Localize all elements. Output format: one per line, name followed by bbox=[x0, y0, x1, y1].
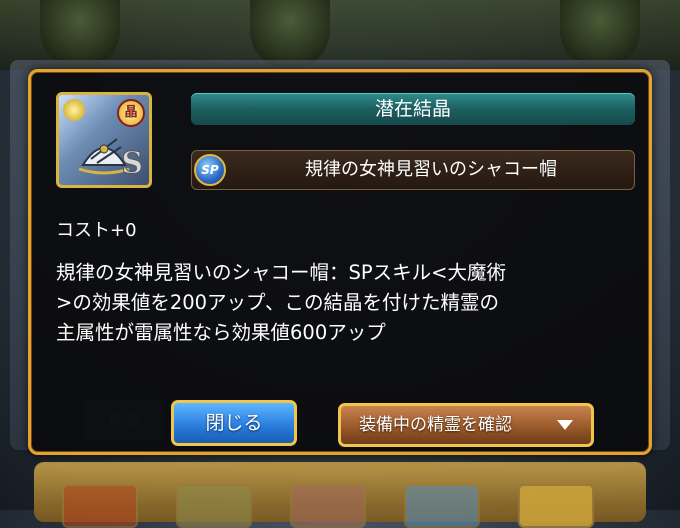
background-card bbox=[62, 484, 138, 528]
background-card bbox=[518, 484, 594, 528]
rank-label: S bbox=[121, 146, 144, 182]
sp-skill-icon: SP bbox=[194, 154, 226, 186]
check-equipped-spirit-button[interactable]: 装備中の精霊を確認 bbox=[338, 403, 594, 447]
crystal-detail-dialog: 晶 S 潜在結晶 SP 規律の女神見習いのシャコー帽 コスト+0 規律の女神見習… bbox=[28, 69, 652, 455]
description-line: >の効果値を200アップ、この結晶を付けた精霊の bbox=[56, 291, 499, 314]
item-name-bar: SP 規律の女神見習いのシャコー帽 bbox=[191, 150, 635, 190]
background-card bbox=[404, 484, 480, 528]
check-equipped-spirit-label: 装備中の精霊を確認 bbox=[359, 415, 512, 435]
description-line: 規律の女神見習いのシャコー帽：SPスキル<大魔術 bbox=[56, 261, 506, 284]
crest-icon: 晶 bbox=[117, 99, 145, 127]
item-name: 規律の女神見習いのシャコー帽 bbox=[305, 159, 557, 180]
triangle-down-icon bbox=[557, 420, 573, 430]
background-card bbox=[290, 484, 366, 528]
description-line: 主属性が雷属性なら効果値600アップ bbox=[56, 321, 386, 344]
crystal-item-icon: 晶 S bbox=[56, 92, 152, 188]
cost-label: コスト+0 bbox=[56, 220, 137, 241]
close-button[interactable]: 閉じる bbox=[171, 400, 297, 446]
pin-icon bbox=[63, 99, 85, 121]
dialog-title: 潜在結晶 bbox=[191, 93, 635, 125]
item-description: 規律の女神見習いのシャコー帽：SPスキル<大魔術 >の効果値を200アップ、この… bbox=[56, 258, 636, 348]
background-card bbox=[176, 484, 252, 528]
